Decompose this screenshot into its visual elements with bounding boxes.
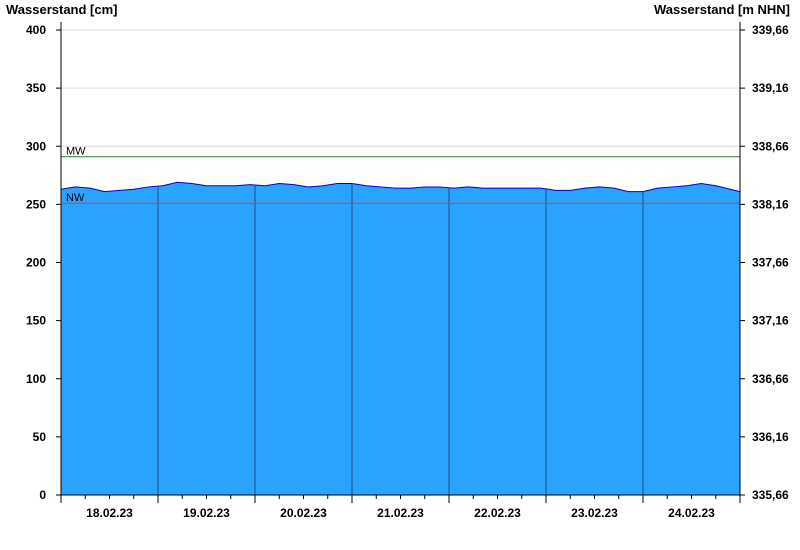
y-tick-label-right: 339,66 [752,23,789,37]
ref-label-mw: MW [66,146,86,158]
y-tick-label-right: 336,66 [752,372,789,386]
water-level-chart: Wasserstand [cm] Wasserstand [m NHN] MW N… [6,2,790,520]
y-tick-label-left: 300 [26,139,46,153]
x-ticks: 18.02.23 19.02.23 20.02.23 21.02.23 22.02.23… [60,495,741,520]
x-tick-label: 19.02.23 [183,506,230,520]
y-tick-label-left: 50 [33,430,47,444]
y-tick-label-left: 350 [26,81,46,95]
y-axis-title-left: Wasserstand [cm] [6,2,118,17]
y-tick-label-right: 336,16 [752,430,789,444]
y-tick-label-right: 338,16 [752,197,789,211]
y-tick-label-left: 0 [39,488,46,502]
y-tick-label-right: 338,66 [752,139,789,153]
y-tick-label-left: 200 [26,256,46,270]
x-tick-label: 22.02.23 [474,506,521,520]
x-tick-label: 24.02.23 [668,506,715,520]
y-tick-label-left: 250 [26,197,46,211]
y-tick-label-left: 100 [26,372,46,386]
x-tick-label: 20.02.23 [280,506,327,520]
series-area-0 [61,182,740,495]
x-tick-label: 21.02.23 [377,506,424,520]
y-tick-label-left: 400 [26,23,46,37]
y-ticks-left: 0 50 100 150 200 250 300 350 400 [26,23,61,502]
y-ticks-right: 335,66 336,16 336,66 337,16 337,66 338,16 338,… [740,23,789,502]
y-tick-label-left: 150 [26,314,46,328]
y-tick-label-right: 339,16 [752,81,789,95]
ref-label-nw: NW [66,192,85,204]
y-tick-label-right: 335,66 [752,488,789,502]
y-tick-label-right: 337,66 [752,256,789,270]
x-tick-label: 23.02.23 [571,506,618,520]
y-axis-title-right: Wasserstand [m NHN] [654,2,790,17]
x-tick-label: 18.02.23 [86,506,133,520]
y-tick-label-right: 337,16 [752,314,789,328]
water-level-area [60,181,741,495]
